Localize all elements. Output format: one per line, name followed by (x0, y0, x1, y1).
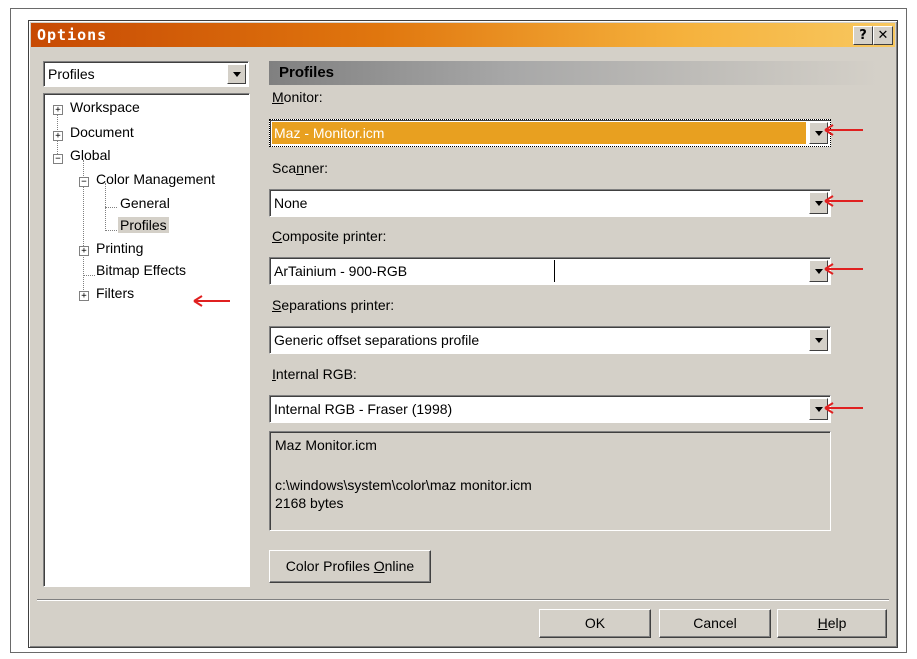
expand-icon[interactable]: + (53, 131, 63, 141)
expand-icon[interactable]: + (79, 246, 89, 256)
help-button[interactable]: Help (777, 609, 887, 638)
monitor-label: Monitor: (272, 89, 323, 105)
separations-printer-value: Generic offset separations profile (274, 332, 480, 348)
tree-item-printing[interactable]: Printing (96, 240, 143, 256)
annotation-arrow (824, 195, 863, 207)
composite-printer-select[interactable]: ArTainium - 900-RGB (269, 257, 831, 285)
divider (37, 599, 889, 601)
title-bar[interactable]: Options ? ✕ (31, 23, 895, 47)
tree-item-document[interactable]: Document (70, 124, 134, 140)
profile-size: 2168 bytes (275, 495, 344, 511)
composite-printer-label: Composite printer: (272, 228, 387, 244)
chevron-down-icon[interactable] (227, 64, 246, 84)
collapse-icon[interactable]: − (53, 154, 63, 164)
profile-name: Maz Monitor.icm (275, 437, 377, 453)
panel-title: Profiles (279, 64, 335, 81)
expand-icon[interactable]: + (53, 105, 63, 115)
category-select[interactable]: Profiles (43, 61, 249, 87)
ok-button[interactable]: OK (539, 609, 651, 638)
separations-printer-select[interactable]: Generic offset separations profile (269, 326, 831, 354)
separations-printer-label: Separations printer: (272, 297, 395, 313)
tree-item-profiles[interactable]: Profiles (118, 217, 169, 233)
annotation-arrow (824, 402, 863, 414)
scanner-select[interactable]: None (269, 189, 831, 217)
annotation-arrow (193, 295, 230, 307)
options-dialog: Options ? ✕ Profiles + Workspace + Docum… (28, 20, 898, 648)
tree-connector (105, 207, 117, 208)
options-tree[interactable]: + Workspace + Document − Global − Color … (43, 93, 250, 587)
color-profiles-online-button[interactable]: Color Profiles Online (269, 550, 431, 583)
tree-connector (83, 275, 95, 276)
tree-item-global[interactable]: Global (70, 147, 110, 163)
window-title: Options (37, 26, 108, 44)
help-icon[interactable]: ? (853, 26, 873, 45)
internal-rgb-value: Internal RGB - Fraser (1998) (274, 401, 453, 417)
profile-path: c:\windows\system\color\maz monitor.icm (275, 477, 532, 493)
panel-header: Profiles (269, 61, 879, 85)
monitor-value: Maz - Monitor.icm (274, 125, 385, 141)
collapse-icon[interactable]: − (79, 177, 89, 187)
profile-info-box: Maz Monitor.icm c:\windows\system\color\… (269, 431, 831, 531)
annotation-arrow (824, 263, 863, 275)
scanner-value: None (274, 195, 308, 211)
composite-printer-value: ArTainium - 900-RGB (274, 263, 408, 279)
tree-item-bitmap-effects[interactable]: Bitmap Effects (96, 262, 186, 278)
monitor-select[interactable]: Maz - Monitor.icm (269, 119, 831, 147)
scanner-label: Scanner: (272, 160, 329, 176)
category-select-value: Profiles (48, 66, 95, 82)
internal-rgb-select[interactable]: Internal RGB - Fraser (1998) (269, 395, 831, 423)
tree-item-filters[interactable]: Filters (96, 285, 134, 301)
chevron-down-icon[interactable] (809, 329, 828, 351)
cancel-button[interactable]: Cancel (659, 609, 771, 638)
internal-rgb-label: Internal RGB: (272, 366, 357, 382)
text-cursor (554, 260, 555, 282)
close-icon[interactable]: ✕ (873, 26, 893, 45)
tree-connector (105, 230, 117, 231)
tree-item-color-management[interactable]: Color Management (96, 171, 215, 187)
tree-item-workspace[interactable]: Workspace (70, 99, 140, 115)
expand-icon[interactable]: + (79, 291, 89, 301)
tree-item-general[interactable]: General (120, 195, 170, 211)
annotation-arrow (824, 124, 863, 136)
